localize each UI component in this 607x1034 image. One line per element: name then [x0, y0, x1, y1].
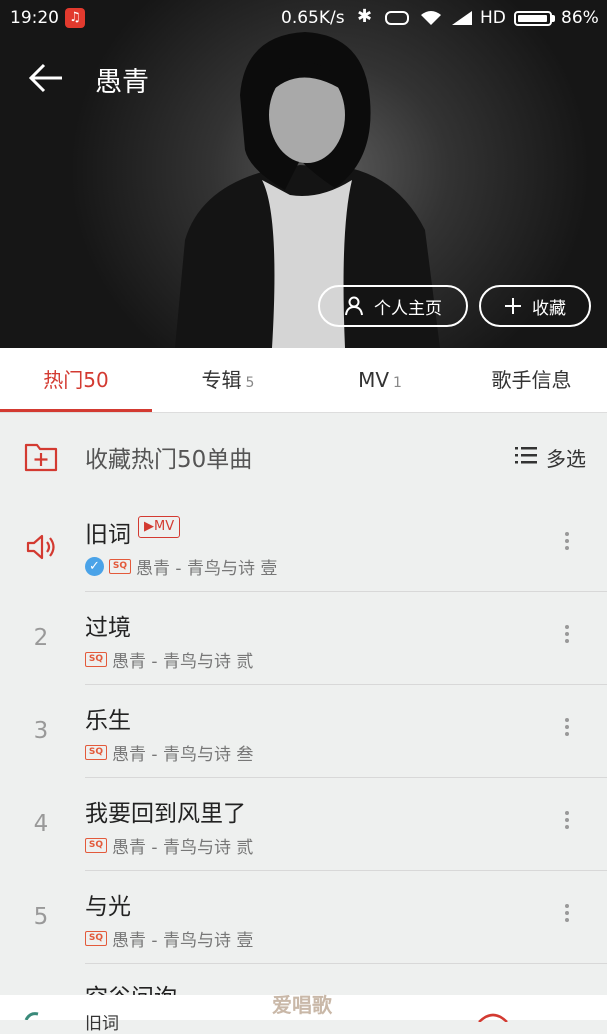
sq-quality-badge: SQ: [109, 559, 131, 574]
watermark: 爱唱歌: [272, 993, 332, 1017]
sq-quality-badge: SQ: [85, 652, 107, 667]
song-title: 乐生: [85, 708, 131, 734]
netease-music-icon: ♫: [65, 8, 85, 28]
song-subtitle: ✓ SQ 愚青 - 青鸟与诗 壹: [85, 554, 277, 579]
song-row[interactable]: 旧词 ▶MV ✓ SQ 愚青 - 青鸟与诗 壹: [0, 499, 607, 592]
mini-player-title: 旧词: [85, 1014, 119, 1034]
artist-name: 愚青: [95, 67, 149, 98]
status-time: 19:20: [10, 8, 59, 28]
favorite-button-label: 收藏: [532, 298, 566, 319]
network-speed: 0.65K/s: [281, 8, 345, 28]
speaker-playing-icon: [26, 534, 55, 560]
song-meta: 愚青 - 青鸟与诗 壹: [136, 559, 278, 579]
tab-active-indicator: [0, 409, 152, 412]
more-options-icon[interactable]: [557, 622, 577, 652]
verified-check-icon: ✓: [85, 557, 104, 576]
song-subtitle: SQ 愚青 - 青鸟与诗 贰: [85, 833, 253, 858]
folder-add-icon[interactable]: [24, 440, 58, 472]
tab-hot50[interactable]: 热门50: [0, 348, 152, 412]
profile-button[interactable]: 个人主页: [318, 285, 468, 327]
song-subtitle: SQ 愚青 - 青鸟与诗 叁: [85, 740, 253, 765]
bluetooth-icon: ✱: [357, 6, 373, 27]
back-arrow-icon[interactable]: [26, 58, 66, 98]
song-number: 4: [33, 811, 49, 837]
collect-hot-label[interactable]: 收藏热门50单曲: [85, 440, 252, 474]
song-title: 过境: [85, 615, 131, 641]
song-meta: 愚青 - 青鸟与诗 贰: [112, 652, 254, 672]
tab-artist-info-label: 歌手信息: [491, 368, 572, 392]
tab-albums-label: 专辑: [201, 368, 242, 392]
song-subtitle: SQ 愚青 - 青鸟与诗 壹: [85, 926, 253, 951]
more-options-icon[interactable]: [557, 529, 577, 559]
mv-badge[interactable]: ▶MV: [138, 516, 181, 538]
sq-quality-badge: SQ: [85, 745, 107, 760]
song-meta: 愚青 - 青鸟与诗 叁: [112, 745, 254, 765]
song-subtitle: SQ 愚青 - 青鸟与诗 贰: [85, 647, 253, 672]
row-divider: [85, 963, 607, 964]
album-art-thumb[interactable]: [18, 1010, 52, 1020]
tab-mv-label: MV: [358, 368, 389, 392]
status-bar: 19:20 ♫ 0.65K/s ✱ HD 86%: [0, 0, 607, 36]
song-row[interactable]: 5 与光 SQ 愚青 - 青鸟与诗 壹: [0, 871, 607, 964]
song-meta: 愚青 - 青鸟与诗 贰: [112, 838, 254, 858]
song-row[interactable]: 2 过境 SQ 愚青 - 青鸟与诗 贰: [0, 592, 607, 685]
hd-indicator: HD: [480, 8, 506, 28]
song-meta: 愚青 - 青鸟与诗 壹: [112, 931, 254, 951]
song-row[interactable]: 3 乐生 SQ 愚青 - 青鸟与诗 叁: [0, 685, 607, 778]
plus-icon: [505, 298, 521, 314]
vr-icon: [385, 11, 409, 25]
list-icon[interactable]: [514, 445, 538, 465]
play-progress-ring-icon[interactable]: [476, 1012, 510, 1022]
wifi-icon: [421, 11, 441, 25]
multi-select-button[interactable]: 多选: [546, 443, 586, 472]
battery-percent: 86%: [561, 8, 599, 28]
tab-albums[interactable]: 专辑 5: [152, 348, 304, 412]
tab-hot50-label: 热门50: [43, 368, 109, 392]
song-row[interactable]: 4 我要回到风里了 SQ 愚青 - 青鸟与诗 贰: [0, 778, 607, 871]
sq-quality-badge: SQ: [85, 931, 107, 946]
favorite-button[interactable]: 收藏: [479, 285, 591, 327]
tab-mv-count: 1: [393, 375, 402, 391]
mv-badge-label: MV: [154, 519, 175, 534]
song-number: 2: [33, 625, 49, 651]
tab-mv[interactable]: MV 1: [304, 348, 456, 412]
song-title: 与光: [85, 894, 131, 920]
artist-header: 19:20 ♫ 0.65K/s ✱ HD 86% 愚青 个人主页 收藏: [0, 0, 607, 348]
person-icon: [345, 296, 363, 316]
tab-albums-count: 5: [245, 375, 255, 391]
song-number: 5: [33, 904, 49, 930]
profile-button-label: 个人主页: [374, 298, 442, 319]
signal-icon: [452, 11, 472, 25]
song-title: 旧词: [85, 522, 131, 548]
tab-bar: 热门50 专辑 5 MV 1 歌手信息: [0, 348, 607, 413]
more-options-icon[interactable]: [557, 901, 577, 931]
sq-quality-badge: SQ: [85, 838, 107, 853]
song-number: 3: [33, 718, 49, 744]
battery-tip: [552, 15, 555, 22]
more-options-icon[interactable]: [557, 715, 577, 745]
song-title: 我要回到风里了: [85, 801, 246, 827]
tab-artist-info[interactable]: 歌手信息: [456, 348, 607, 412]
more-options-icon[interactable]: [557, 808, 577, 838]
battery-icon: [514, 11, 552, 26]
